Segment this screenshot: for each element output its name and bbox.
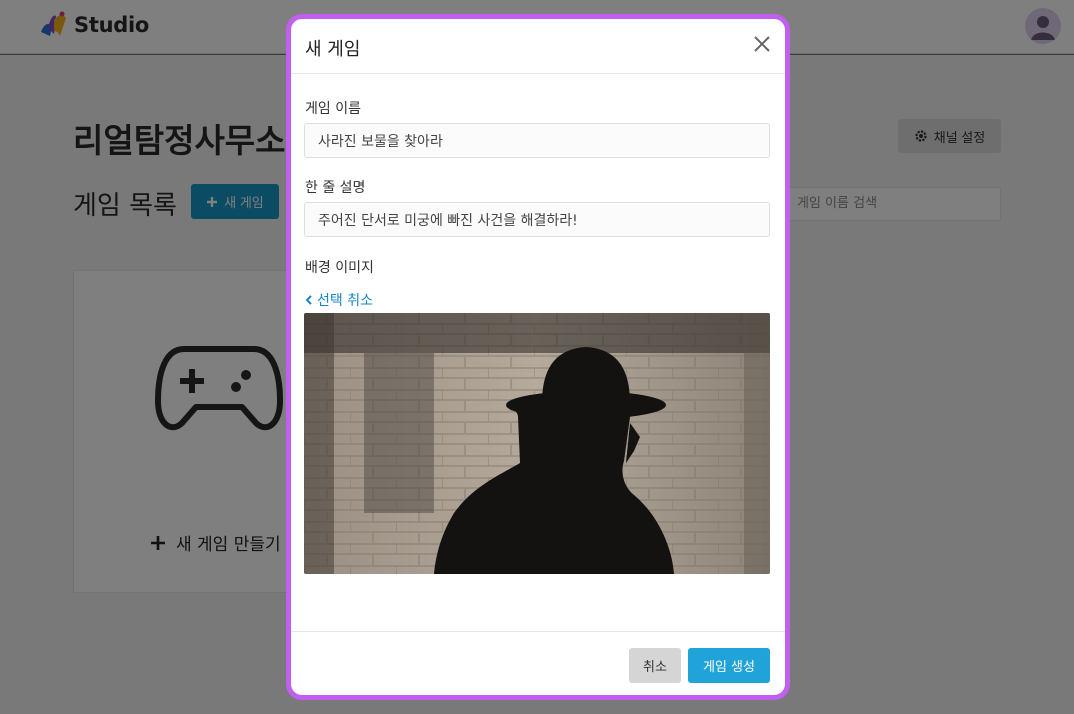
description-label: 한 줄 설명 — [305, 180, 366, 196]
close-button[interactable] — [751, 33, 773, 55]
deselect-label: 선택 취소 — [317, 293, 373, 309]
game-name-input[interactable] — [304, 123, 770, 158]
modal-header: 새 게임 — [291, 19, 785, 74]
cancel-button[interactable]: 취소 — [629, 648, 681, 683]
close-icon — [754, 36, 770, 52]
detective-silhouette-image — [304, 313, 770, 574]
new-game-modal: 새 게임 게임 이름 한 줄 설명 배경 이미지 선택 취소 — [286, 14, 790, 700]
background-image-label: 배경 이미지 — [305, 260, 374, 276]
game-name-label: 게임 이름 — [305, 101, 361, 117]
modal-footer: 취소 게임 생성 — [291, 631, 785, 695]
create-game-button[interactable]: 게임 생성 — [688, 648, 770, 683]
chevron-left-icon — [305, 295, 312, 305]
background-image-preview — [304, 313, 770, 574]
deselect-link[interactable]: 선택 취소 — [305, 290, 373, 310]
description-input[interactable] — [304, 202, 770, 237]
modal-title: 새 게임 — [305, 39, 361, 60]
